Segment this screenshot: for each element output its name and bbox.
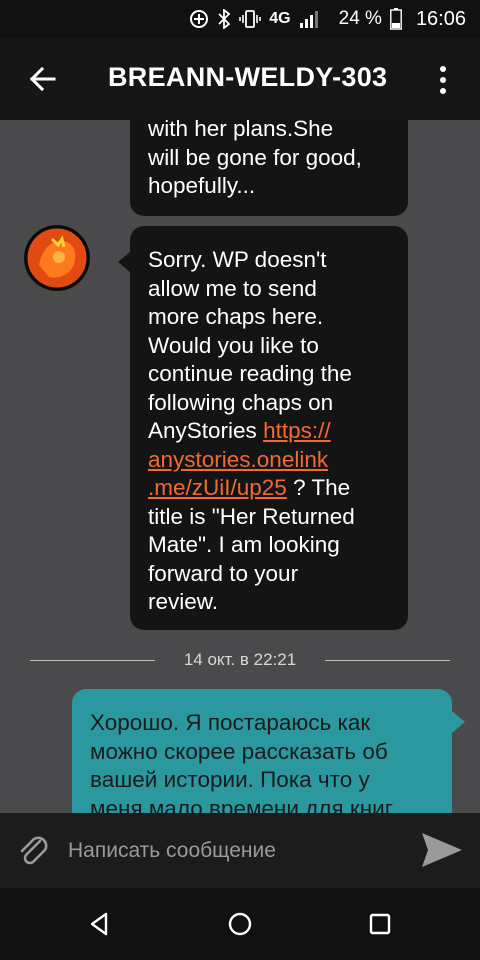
system-nav-bar — [0, 888, 480, 960]
battery-percent: 24 % — [338, 8, 382, 29]
message-composer — [0, 813, 480, 888]
bluetooth-icon — [217, 9, 231, 29]
status-bar: 4G 24 % 16:06 — [0, 0, 480, 38]
message-line: forward to your — [148, 560, 299, 586]
message-input[interactable] — [66, 833, 400, 869]
message-line: Хорошо. Я постараюсь как — [90, 710, 371, 735]
clock: 16:06 — [415, 7, 466, 30]
message-line: вашей истории. Пока что у — [90, 767, 370, 792]
message-line: меня мало времени для книг — [90, 795, 393, 814]
message-line: review. — [148, 589, 219, 614]
paperclip-icon[interactable] — [14, 831, 52, 869]
message-link[interactable]: .me/zUiI/up25 — [148, 475, 287, 500]
recents-square-icon[interactable] — [366, 910, 394, 938]
send-icon[interactable] — [420, 831, 464, 869]
message-line: allow me to send — [148, 275, 317, 301]
avatar-image — [24, 225, 90, 291]
message-line: можно скорее рассказать об — [90, 738, 388, 764]
avatar[interactable] — [24, 225, 90, 291]
message-line: title is "Her Returned — [148, 503, 355, 529]
more-vert-icon[interactable] — [438, 64, 448, 96]
message-line: hopefully... — [148, 173, 256, 198]
network-type: 4G — [269, 10, 291, 27]
message-text: AnyStories — [148, 418, 264, 443]
date-divider: 14 окт. в 22:21 — [30, 650, 450, 670]
message-line: AnyStories https:// — [148, 417, 390, 446]
message-line: Would you like to — [148, 332, 319, 358]
divider-line — [325, 660, 450, 661]
message-line: continue reading the — [148, 361, 352, 386]
message-line: with her plans.She — [148, 120, 334, 141]
message-line: following chaps on — [148, 389, 334, 415]
message-list[interactable]: with her plans.She will be gone for good… — [0, 120, 480, 813]
message-link[interactable]: anystories.onelink — [148, 447, 328, 472]
vibrate-icon — [239, 9, 262, 29]
signal-icon — [299, 9, 321, 29]
message-text: ? The — [286, 475, 351, 500]
page-title: BREANN-WELDY-303 — [108, 62, 388, 92]
message-line: Sorry. WP doesn't — [148, 247, 327, 272]
message-line: will be gone for good, — [148, 144, 362, 170]
message-line: .me/zUiI/up25 ? The — [148, 474, 390, 503]
message-link[interactable]: https:// — [263, 418, 331, 443]
message-bubble-outgoing[interactable]: Хорошо. Я постараюсь как можно скорее ра… — [72, 689, 465, 814]
message-bubble-incoming[interactable]: with her plans.She will be gone for good… — [130, 120, 408, 216]
battery-icon — [390, 8, 402, 30]
home-circle-icon[interactable] — [226, 910, 254, 938]
message-line: Mate". I am looking — [148, 532, 340, 557]
data-saver-icon — [189, 9, 209, 29]
message-bubble-incoming[interactable]: Sorry. WP doesn't allow me to send more … — [118, 226, 408, 630]
message-line: anystories.onelink — [148, 446, 390, 475]
back-triangle-icon[interactable] — [86, 910, 114, 938]
arrow-back-icon[interactable] — [28, 62, 58, 96]
message-line: more chaps here. — [148, 304, 324, 329]
app-bar: BREANN-WELDY-303 — [0, 38, 480, 120]
